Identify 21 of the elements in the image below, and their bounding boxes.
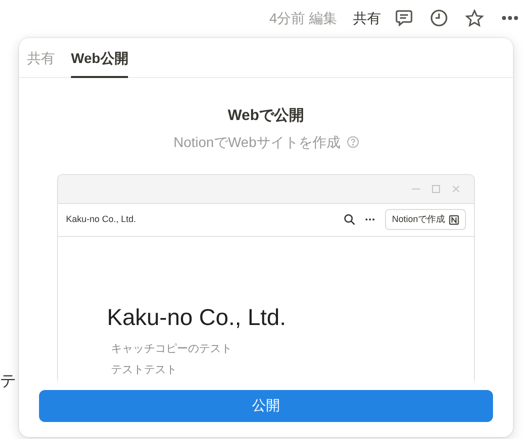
site-text: テストテスト [111,363,178,378]
tab[interactable]: Web公開 [71,38,128,78]
clock-icon[interactable] [430,9,448,27]
comment-icon[interactable] [395,9,413,27]
site-heading: Kaku-no Co., Ltd. [107,302,287,330]
site-name: Kaku-no Co., Ltd. [66,212,138,226]
site-text: キャッチコピーのテスト [111,342,233,356]
popup-title: Webで公開 [226,106,306,126]
logo-icon [449,214,459,224]
edited-time: 4分前 編集 [269,8,337,28]
star-icon[interactable] [465,8,484,28]
notion-button-label: Notionで作成 [392,212,445,226]
page-text: テ [0,372,16,392]
search-icon [344,214,355,225]
more-icon[interactable] [501,15,519,21]
more-icon [364,218,375,221]
share-button[interactable]: 共有 [353,8,381,28]
popup-subtitle: NotionでWebサイトを作成 [173,132,340,152]
close-icon [452,184,460,192]
publish-button[interactable]: 公開 [39,390,493,422]
maximize-icon [432,184,440,192]
